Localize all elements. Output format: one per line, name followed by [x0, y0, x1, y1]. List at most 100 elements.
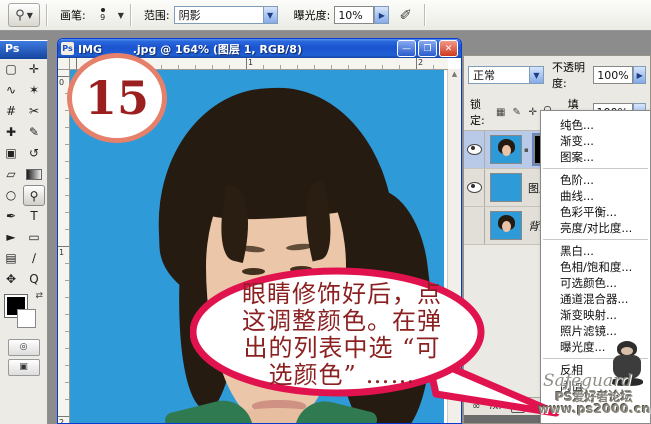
scroll-up-icon: ▲	[448, 70, 461, 78]
layer-thumbnail[interactable]	[490, 135, 522, 164]
menu-separator	[543, 168, 648, 169]
lock-position-icon[interactable]: ✛	[527, 107, 539, 118]
blend-mode-value: 正常	[468, 66, 529, 84]
brush-label: 画笔:	[60, 7, 86, 23]
blend-mode-select[interactable]: 正常 ▼	[468, 66, 544, 84]
rectangular-marquee-tool[interactable]: ▢	[0, 59, 22, 80]
step-badge: 15	[67, 53, 167, 143]
step-number: 15	[85, 71, 149, 125]
eye-icon	[467, 182, 482, 193]
range-select[interactable]: 阴影 ▼	[174, 6, 278, 24]
bubble-line: 眼睛修饰好后，点	[208, 281, 476, 308]
vertical-ruler: 0 1 2	[58, 69, 70, 423]
tool-palette: Ps ▢ ✛ ∿ ✶ # ✂ ✚ ✎ ▣ ↺ ▱ ○ ⚲ ✒ T ► ▭ ▤ ∕…	[0, 40, 48, 424]
lock-label: 锁定:	[470, 96, 493, 128]
visibility-toggle[interactable]	[464, 131, 485, 168]
brush-tool[interactable]: ✎	[23, 122, 45, 143]
divider	[130, 4, 132, 26]
background-color-swatch[interactable]	[17, 309, 36, 328]
options-bar: ⚲▼ 画笔: 9 ▼ 范围: 阴影 ▼ 曝光度: 10% ▶ ✐	[0, 0, 651, 31]
chevron-down-icon[interactable]: ▼	[529, 66, 544, 84]
menu-item-solid-color[interactable]: 纯色...	[541, 117, 650, 133]
bubble-line: 出的列表中选 “可	[208, 335, 476, 362]
swap-colors-icon[interactable]: ⇄	[35, 291, 43, 301]
range-value: 阴影	[174, 6, 263, 24]
exposure-label: 曝光度:	[294, 7, 331, 23]
crop-tool[interactable]: #	[0, 101, 22, 122]
visibility-toggle[interactable]	[464, 169, 485, 206]
ruler-mark: 1	[248, 58, 253, 67]
notes-tool[interactable]: ▤	[0, 248, 22, 269]
chevron-down-icon[interactable]: ▼	[263, 6, 278, 24]
blur-tool[interactable]: ○	[0, 185, 22, 206]
eyedropper-tool[interactable]: ∕	[23, 248, 45, 269]
opacity-slider-button[interactable]: ▶	[633, 66, 646, 84]
document-icon: Ps	[61, 42, 74, 55]
airbrush-icon[interactable]: ✐	[399, 6, 412, 24]
zoom-tool[interactable]: Q	[23, 269, 45, 290]
clone-stamp-tool[interactable]: ▣	[0, 143, 22, 164]
brush-tip-icon	[101, 8, 105, 12]
chevron-down-icon: ▼	[27, 11, 33, 20]
exposure-input[interactable]: 10%	[334, 6, 374, 24]
opacity-input[interactable]: 100%	[593, 66, 633, 84]
menu-item-black-white[interactable]: 黑白...	[541, 243, 650, 259]
shape-tool[interactable]: ▭	[23, 227, 45, 248]
maximize-button[interactable]: ❐	[418, 40, 437, 57]
path-selection-tool[interactable]: ►	[0, 227, 22, 248]
divider	[424, 4, 426, 26]
menu-item-color-balance[interactable]: 色彩平衡...	[541, 204, 650, 220]
photoshop-app: ⚲▼ 画笔: 9 ▼ 范围: 阴影 ▼ 曝光度: 10% ▶ ✐ Ps ▢ ✛ …	[0, 0, 651, 424]
bubble-line: 选颜色” ……	[208, 362, 476, 389]
tool-preset-button[interactable]: ⚲▼	[8, 3, 40, 27]
hand-tool[interactable]: ✥	[0, 269, 22, 290]
ruler-mark: 0	[59, 78, 64, 87]
slice-tool[interactable]: ✂	[23, 101, 45, 122]
menu-item-levels[interactable]: 色阶...	[541, 172, 650, 188]
color-swatches: ⇄	[0, 290, 47, 336]
magic-wand-tool[interactable]: ✶	[23, 80, 45, 101]
tool-grid: ▢ ✛ ∿ ✶ # ✂ ✚ ✎ ▣ ↺ ▱ ○ ⚲ ✒ T ► ▭ ▤ ∕ ✥ …	[0, 59, 47, 290]
ruler-corner	[58, 58, 70, 70]
chevron-down-icon[interactable]: ▼	[118, 11, 124, 20]
mask-link-icon: ▪	[524, 146, 529, 154]
layer-thumbnail[interactable]	[490, 173, 522, 202]
menu-item-gradient[interactable]: 渐变...	[541, 133, 650, 149]
screen-mode-button[interactable]: ▣	[8, 359, 40, 376]
lock-paint-icon[interactable]: ✎	[511, 107, 523, 118]
menu-item-curves[interactable]: 曲线...	[541, 188, 650, 204]
ruler-mark: 2	[418, 58, 423, 67]
quick-mask-button[interactable]: ◎	[8, 339, 40, 356]
divider	[46, 4, 48, 26]
menu-separator	[543, 239, 648, 240]
brush-size-value: 9	[100, 14, 105, 22]
eye-icon	[467, 144, 482, 155]
exposure-slider-button[interactable]: ▶	[374, 6, 389, 24]
visibility-toggle[interactable]	[464, 207, 485, 244]
brush-preset-picker[interactable]: 9	[90, 3, 116, 27]
opacity-label: 不透明度:	[552, 59, 591, 91]
eraser-tool[interactable]: ▱	[0, 164, 22, 185]
pen-tool[interactable]: ✒	[0, 206, 22, 227]
healing-brush-tool[interactable]: ✚	[0, 122, 22, 143]
watermark-url: www.ps2000.cn	[538, 402, 650, 416]
close-button[interactable]: ✕	[439, 40, 458, 57]
menu-item-brightness-contrast[interactable]: 亮度/对比度...	[541, 220, 650, 236]
range-label: 范围:	[144, 7, 170, 23]
gradient-tool[interactable]	[23, 164, 45, 185]
lasso-tool[interactable]: ∿	[0, 80, 22, 101]
ruler-mark: 2	[59, 418, 64, 423]
type-tool[interactable]: T	[23, 206, 45, 227]
move-tool[interactable]: ✛	[23, 59, 45, 80]
dodge-tool-icon: ⚲	[15, 8, 25, 23]
menu-item-pattern[interactable]: 图案...	[541, 149, 650, 165]
speech-bubble-text: 眼睛修饰好后，点 这调整颜色。在弹 出的列表中选 “可 选颜色” ……	[208, 281, 476, 389]
history-brush-tool[interactable]: ↺	[23, 143, 45, 164]
ruler-mark: 1	[59, 248, 64, 257]
layer-thumbnail[interactable]	[490, 211, 522, 240]
dodge-tool[interactable]: ⚲	[23, 185, 45, 206]
bubble-line: 这调整颜色。在弹	[208, 308, 476, 335]
minimize-button[interactable]: —	[397, 40, 416, 57]
lock-transparency-icon[interactable]: ▦	[495, 107, 507, 118]
mascot-face	[621, 347, 633, 355]
